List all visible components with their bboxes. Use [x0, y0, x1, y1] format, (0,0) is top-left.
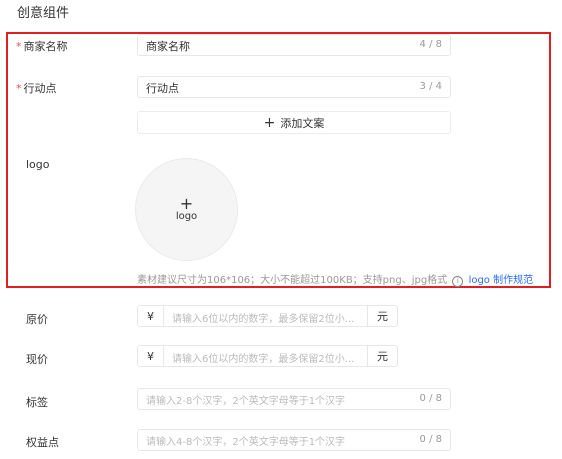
action-point-value: 行动点: [146, 82, 179, 95]
original-price-input[interactable]: 请输入6位以内的数字，最多保留2位小...: [163, 305, 368, 327]
add-copy-button[interactable]: + 添加文案: [137, 111, 451, 134]
action-point-count: 3 / 4: [419, 81, 442, 92]
tag-placeholder: 请输入2-8个汉字，2个英文字母等于1个汉字: [146, 396, 346, 407]
required-mark: *: [16, 40, 22, 53]
original-price-label: 原价: [26, 313, 48, 326]
logo-spec-link[interactable]: logo 制作规范: [469, 275, 534, 286]
logo-label: logo: [26, 158, 50, 171]
merchant-name-value: 商家名称: [146, 40, 190, 53]
required-mark: *: [16, 82, 22, 95]
benefit-point-placeholder: 请输入4-8个汉字，2个英文字母等于1个汉字: [146, 437, 346, 448]
current-price-label: 现价: [26, 353, 48, 366]
merchant-name-input[interactable]: 商家名称 4 / 8: [137, 34, 451, 56]
info-icon: i: [452, 276, 464, 287]
original-price-group: ¥ 请输入6位以内的数字，最多保留2位小... 元: [137, 305, 398, 327]
original-price-placeholder: 请输入6位以内的数字，最多保留2位小...: [172, 314, 355, 325]
yuan-suffix: 元: [368, 345, 398, 367]
logo-upload[interactable]: + logo: [135, 158, 238, 261]
merchant-name-label: * 商家名称: [16, 40, 68, 53]
current-price-group: ¥ 请输入6位以内的数字，最多保留2位小... 元: [137, 345, 398, 367]
tag-input[interactable]: 请输入2-8个汉字，2个英文字母等于1个汉字 0 / 8: [137, 388, 451, 410]
action-point-input[interactable]: 行动点 3 / 4: [137, 76, 451, 98]
plus-icon: +: [179, 194, 194, 213]
benefit-point-count: 0 / 8: [419, 434, 442, 445]
highlight-box: [6, 32, 551, 288]
current-price-input[interactable]: 请输入6位以内的数字，最多保留2位小...: [163, 345, 368, 367]
merchant-name-count: 4 / 8: [419, 39, 442, 50]
yuan-suffix: 元: [368, 305, 398, 327]
section-title: 创意组件: [17, 6, 70, 21]
benefit-point-label: 权益点: [26, 436, 59, 449]
current-price-placeholder: 请输入6位以内的数字，最多保留2位小...: [172, 354, 355, 365]
yuan-prefix: ¥: [137, 345, 163, 367]
logo-hint-text: 素材建议尺寸为106*106；大小不能超过100KB；支持png、jpg格式: [137, 275, 448, 286]
benefit-point-input[interactable]: 请输入4-8个汉字，2个英文字母等于1个汉字 0 / 8: [137, 429, 451, 451]
logo-hint: 素材建议尺寸为106*106；大小不能超过100KB；支持png、jpg格式 i…: [137, 271, 533, 287]
logo-upload-label: logo: [175, 211, 198, 222]
plus-icon: +: [263, 114, 276, 131]
tag-label: 标签: [26, 396, 48, 409]
yuan-prefix: ¥: [137, 305, 163, 327]
tag-count: 0 / 8: [419, 393, 442, 404]
action-point-label: * 行动点: [16, 82, 57, 95]
